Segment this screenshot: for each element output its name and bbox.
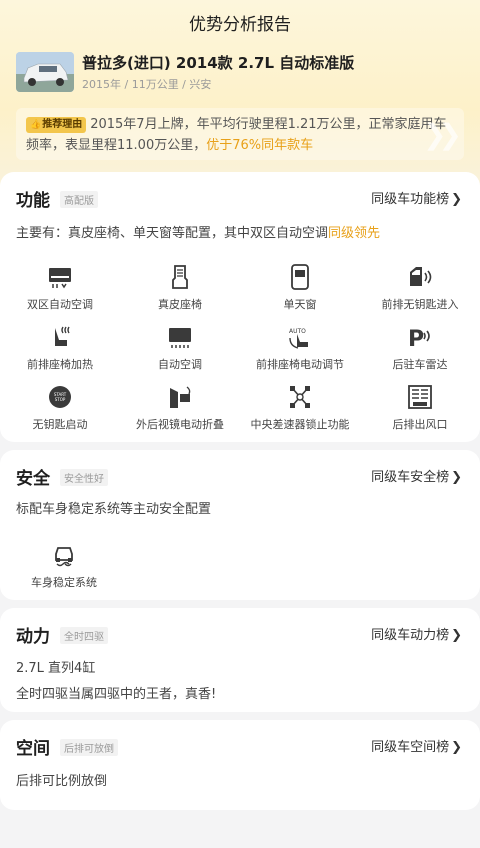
car-summary[interactable]: 普拉多(进口) 2014款 2.7L 自动标准版 2015年 / 11万公里 /…: [16, 50, 464, 96]
dual-zone-ac-icon: [49, 268, 71, 289]
function-tag: 高配版: [60, 191, 98, 208]
report-header: 优势分析报告 普拉多(进口) 2014款 2.7L 自动标准版 2015年 / …: [0, 0, 480, 200]
svg-text:STOP: STOP: [55, 397, 66, 402]
stability-control-icon: [55, 547, 73, 567]
feature-item[interactable]: 前排座椅加热: [0, 324, 120, 384]
feature-item[interactable]: AUTO 前排座椅电动调节: [240, 324, 360, 384]
function-feature-grid: 双区自动空调 真皮座椅 单天窗 前排无钥匙进入 前排座椅加热 自动空调 AUTO…: [0, 264, 480, 444]
svg-text:AUTO: AUTO: [289, 328, 306, 335]
feature-item[interactable]: 真皮座椅: [120, 264, 240, 324]
feature-item[interactable]: 中央差速器锁止功能: [240, 384, 360, 444]
function-rank-link[interactable]: 同级车功能榜 ❯: [371, 188, 462, 207]
feature-item[interactable]: P 后驻车雷达: [360, 324, 480, 384]
folding-mirror-icon: [170, 386, 191, 408]
safety-section: 安全 安全性好 同级车安全榜 ❯ 标配车身稳定系统等主动安全配置 车身稳定系统: [0, 450, 480, 600]
car-thumbnail: [16, 52, 74, 92]
chevron-right-icon: ❯: [451, 740, 462, 755]
car-meta: 2015年 / 11万公里 / 兴安: [82, 78, 212, 91]
power-tag: 全时四驱: [60, 627, 108, 644]
feature-item[interactable]: 自动空调: [120, 324, 240, 384]
space-section: 空间 后排可放倒 同级车空间榜 ❯ 后排可比例放倒: [0, 720, 480, 810]
chevron-decoration-icon: ❯❯: [423, 118, 462, 151]
safety-desc: 标配车身稳定系统等主动安全配置: [16, 502, 212, 517]
feature-item[interactable]: 外后视镜电动折叠: [120, 384, 240, 444]
space-desc: 后排可比例放倒: [16, 774, 108, 789]
power-section: 动力 全时四驱 同级车动力榜 ❯ 2.7L 直列4缸 全时四驱当属四驱中的王者，真…: [0, 608, 480, 712]
power-engine: 2.7L 直列4缸: [16, 661, 96, 676]
feature-item[interactable]: START STOP 无钥匙启动: [0, 384, 120, 444]
start-stop-button-icon: STARTSTOP: [49, 386, 71, 408]
parking-radar-icon: P: [408, 327, 430, 350]
power-comment: 全时四驱当属四驱中的王者，真香!: [16, 687, 217, 702]
feature-item[interactable]: 后排出风口: [360, 384, 480, 444]
diff-lock-icon: [290, 386, 310, 408]
feature-item[interactable]: 单天窗: [240, 264, 360, 324]
seat-heating-icon: [55, 326, 70, 346]
feature-item[interactable]: 前排无钥匙进入: [360, 264, 480, 324]
space-tag: 后排可放倒: [60, 739, 118, 756]
rear-vent-icon: [408, 385, 432, 409]
feature-item[interactable]: 车身稳定系统: [14, 542, 114, 590]
thumbs-up-icon: 👍: [30, 120, 42, 130]
svg-text:P: P: [408, 327, 424, 350]
power-title: 动力: [16, 627, 50, 647]
feature-item[interactable]: 双区自动空调: [0, 264, 120, 324]
car-name: 普拉多(进口) 2014款 2.7L 自动标准版: [82, 54, 355, 72]
function-desc: 主要有：真皮座椅、单天窗等配置，其中双区自动空调同级领先: [16, 226, 381, 241]
page-title: 优势分析报告: [189, 15, 291, 35]
leather-seat-icon: [172, 265, 188, 289]
reason-highlight: 优于76%同年款车: [206, 138, 314, 153]
safety-tag: 安全性好: [60, 469, 108, 486]
function-title: 功能: [16, 191, 50, 211]
sunroof-icon: [291, 264, 309, 290]
chevron-right-icon: ❯: [451, 192, 462, 207]
keyless-entry-icon: [410, 267, 432, 286]
power-rank-link[interactable]: 同级车动力榜 ❯: [371, 624, 462, 643]
space-rank-link[interactable]: 同级车空间榜 ❯: [371, 736, 462, 755]
auto-ac-icon: [169, 328, 191, 348]
safety-rank-link[interactable]: 同级车安全榜 ❯: [371, 466, 462, 485]
chevron-right-icon: ❯: [451, 470, 462, 485]
space-title: 空间: [16, 739, 50, 759]
chevron-right-icon: ❯: [451, 628, 462, 643]
recommend-reason: 👍推荐理由 2015年7月上牌，年平均行驶里程1.21万公里，正常家庭用车频率，表…: [16, 108, 464, 160]
function-section: 功能 高配版 同级车功能榜 ❯ 主要有：真皮座椅、单天窗等配置，其中双区自动空调同…: [0, 172, 480, 442]
safety-title: 安全: [16, 469, 50, 489]
power-seat-icon: AUTO: [289, 328, 308, 349]
recommend-badge: 👍推荐理由: [26, 117, 87, 133]
